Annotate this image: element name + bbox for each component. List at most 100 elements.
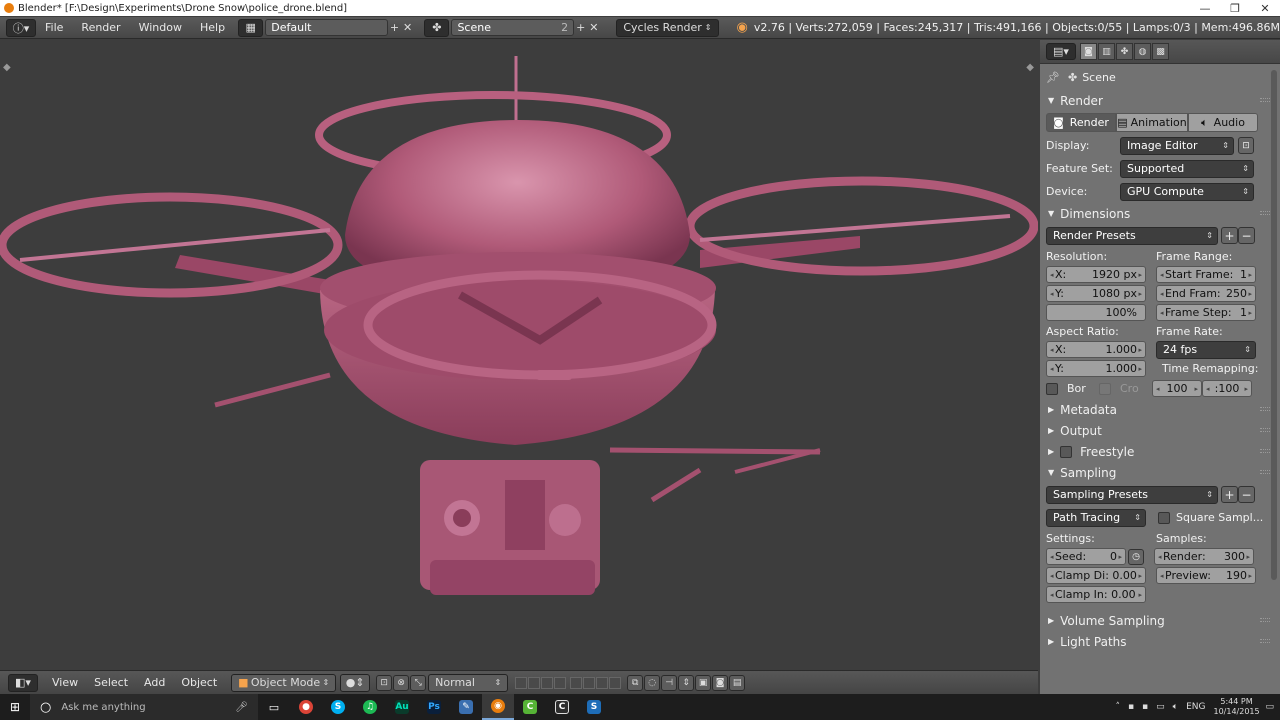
scene-tab-icon[interactable]: ✤ [1116,43,1133,60]
menu-view[interactable]: View [44,676,86,689]
freestyle-checkbox[interactable] [1060,445,1073,458]
lock-layers-icon[interactable]: ⧉ [627,674,644,691]
taskbar-app-green[interactable]: C [514,694,546,720]
frame-step-field[interactable]: ◂ Frame Step: 1 ▸ [1156,304,1256,321]
add-scene-icon[interactable]: + [574,21,587,35]
seed-field[interactable]: ◂ Seed: 0 ▸ [1046,548,1126,565]
panel-grip-icon[interactable] [1260,407,1270,411]
taskbar-app-s[interactable]: S [578,694,610,720]
square-samples-checkbox[interactable] [1158,511,1170,524]
aspect-y-field[interactable]: ◂ Y: 1.000 ▸ [1046,360,1146,377]
sampling-presets-select[interactable]: Sampling Presets ⇕ [1046,485,1218,504]
panel-grip-icon[interactable] [1260,211,1270,215]
metadata-panel-header[interactable]: ▶ Metadata [1040,399,1280,420]
microphone-icon[interactable]: 🎤︎ [235,702,248,713]
texture-tab-icon[interactable]: ▩ [1152,43,1169,60]
taskbar-photoshop[interactable]: Ps [418,694,450,720]
aspect-x-field[interactable]: ◂ X: 1.000 ▸ [1046,341,1146,358]
render-panel-header[interactable]: ▼ Render [1040,90,1280,111]
volume-icon[interactable]: 🔈︎ [1173,702,1178,712]
minimize-button[interactable]: — [1190,2,1220,15]
freestyle-panel-header[interactable]: ▶ Freestyle [1040,441,1280,462]
render-presets-select[interactable]: Render Presets ⇕ [1046,226,1218,245]
viewport-corner-plus-icon[interactable]: ◆ [3,62,11,73]
taskbar-audition[interactable]: Au [386,694,418,720]
layout-name-field[interactable]: Default [265,19,388,36]
frame-rate-select[interactable]: 24 fps ⇕ [1156,340,1256,359]
start-button[interactable]: ⊞ [0,694,30,720]
snap-element-icon[interactable]: ⇕ [678,674,695,691]
menu-object[interactable]: Object [173,676,225,689]
tray-app-icon-2[interactable]: ▪ [1142,702,1148,712]
sampling-panel-header[interactable]: ▼ Sampling [1040,462,1280,483]
remove-sampling-preset-icon[interactable]: − [1238,486,1255,503]
menu-file[interactable]: File [36,21,72,34]
action-center-icon[interactable]: ▭ [1265,702,1274,712]
remove-preset-icon[interactable]: − [1238,227,1255,244]
dimensions-panel-header[interactable]: ▼ Dimensions [1040,203,1280,224]
manipulator-icon[interactable]: ⊗ [393,674,410,691]
taskbar-app-feather[interactable]: ✎ [450,694,482,720]
network-icon[interactable]: ▭ [1156,702,1165,712]
render-engine-select[interactable]: Cycles Render ⇕ [616,18,719,37]
render-camera-icon[interactable]: ◙ [712,674,729,691]
lock-interface-icon[interactable]: ⊡ [1238,137,1254,154]
panel-grip-icon[interactable] [1260,618,1270,622]
opengl-render-icon[interactable]: ▣ [695,674,712,691]
taskbar-chrome[interactable]: ● [290,694,322,720]
render-layers-tab-icon[interactable]: ▥ [1098,43,1115,60]
proportional-edit-icon[interactable]: ◌ [644,674,661,691]
world-tab-icon[interactable]: ◍ [1134,43,1151,60]
taskbar-blender[interactable]: ◉ [482,694,514,720]
panel-grip-icon[interactable] [1260,470,1270,474]
taskbar-spotify[interactable]: ♫ [354,694,386,720]
taskbar-clock[interactable]: 5:44 PM 10/14/2015 [1213,697,1259,717]
close-button[interactable]: ✕ [1250,2,1280,15]
volume-sampling-panel-header[interactable]: ▶ Volume Sampling [1040,610,1280,631]
3d-viewport[interactable]: ◆ ◆ [0,40,1038,668]
clamp-direct-field[interactable]: ◂ Clamp Di: 0.00 ▸ [1046,567,1146,584]
render-button[interactable]: ◙ Render [1046,113,1116,132]
panel-grip-icon[interactable] [1260,98,1270,102]
render-animation-icon[interactable]: ▤ [729,674,746,691]
render-tab-camera-icon[interactable]: ◙ [1080,43,1097,60]
output-panel-header[interactable]: ▶ Output [1040,420,1280,441]
device-select[interactable]: GPU Compute ⇕ [1120,182,1254,201]
editor-type-3dview-button[interactable]: ◧▾ [8,673,38,692]
viewport-shading-select[interactable]: ●⇕ [340,673,371,692]
taskbar-app-c[interactable]: C [546,694,578,720]
add-layout-icon[interactable]: + [388,21,401,35]
audio-button[interactable]: 🔈︎ Audio [1188,113,1258,132]
properties-scrollbar[interactable] [1271,70,1277,580]
feature-set-select[interactable]: Supported ⇕ [1120,159,1254,178]
scene-name-field[interactable]: Scene 2 [451,19,575,36]
viewport-corner-plus-icon-right[interactable]: ◆ [1026,62,1034,73]
add-sampling-preset-icon[interactable]: + [1221,486,1238,503]
input-language[interactable]: ENG [1186,702,1205,712]
editor-type-properties-button[interactable]: ▤▾ [1046,43,1076,60]
transform-icon[interactable]: ⤡ [410,674,427,691]
add-preset-icon[interactable]: + [1221,227,1238,244]
menu-help[interactable]: Help [191,21,234,34]
resolution-percent-field[interactable]: 100% [1046,304,1146,321]
time-remap-old-field[interactable]: ◂ 100 ▸ [1152,380,1202,397]
task-view-button[interactable]: ▭ [258,694,290,720]
resolution-y-field[interactable]: ◂ Y: 1080 px ▸ [1046,285,1146,302]
animation-button[interactable]: ▤ Animation [1116,113,1188,132]
mode-select[interactable]: ■ Object Mode ⇕ [231,673,337,692]
integrator-select[interactable]: Path Tracing ⇕ [1046,508,1146,527]
clamp-indirect-field[interactable]: ◂ Clamp In: 0.00 ▸ [1046,586,1146,603]
snap-icon[interactable]: ⊣ [661,674,678,691]
resolution-x-field[interactable]: ◂ X: 1920 px ▸ [1046,266,1146,283]
remove-scene-icon[interactable]: ✕ [587,21,600,35]
preview-samples-field[interactable]: ◂ Preview: 190 ▸ [1156,567,1256,584]
panel-grip-icon[interactable] [1260,428,1270,432]
panel-grip-icon[interactable] [1260,639,1270,643]
menu-select[interactable]: Select [86,676,136,689]
cortana-search-box[interactable]: ○ Ask me anything 🎤︎ [30,694,258,720]
taskbar-skype[interactable]: S [322,694,354,720]
time-remap-new-field[interactable]: ◂:100 ▸ [1202,380,1252,397]
remove-layout-icon[interactable]: ✕ [401,21,414,35]
menu-add[interactable]: Add [136,676,173,689]
render-samples-field[interactable]: ◂ Render: 300 ▸ [1154,548,1254,565]
